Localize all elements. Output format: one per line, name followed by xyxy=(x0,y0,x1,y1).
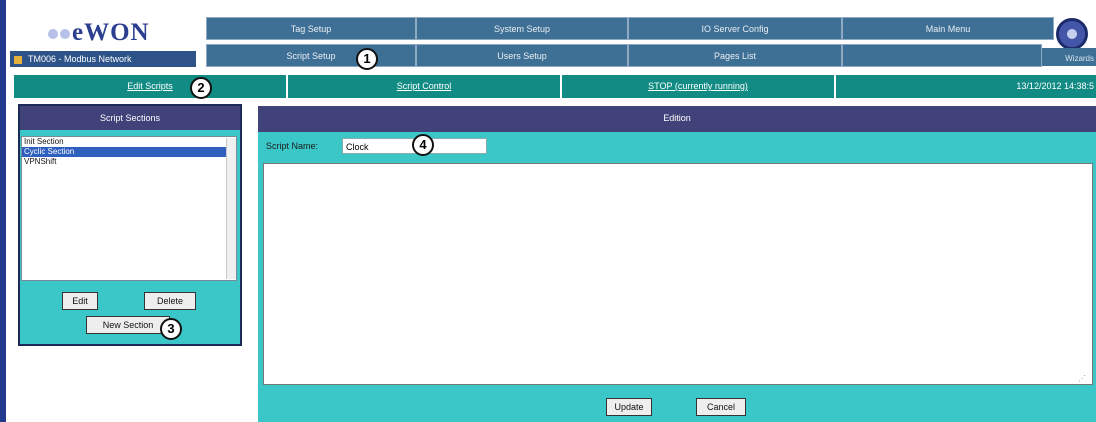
script-control-link[interactable]: Script Control xyxy=(397,81,452,91)
site-name-bar: TM006 - Modbus Network xyxy=(10,51,196,67)
cancel-button[interactable]: Cancel xyxy=(696,398,746,416)
logo-dot-icon xyxy=(60,29,70,40)
annotation-badge-2: 2 xyxy=(190,77,212,99)
subnav-edit-scripts[interactable]: Edit Scripts xyxy=(14,75,286,98)
annotation-badge-3: 3 xyxy=(160,318,182,340)
subnav-stop[interactable]: STOP (currently running) xyxy=(562,75,834,98)
delete-button[interactable]: Delete xyxy=(144,292,196,310)
subnav-datetime: 13/12/2012 14:38:5 xyxy=(836,75,1096,98)
home-icon xyxy=(14,55,22,64)
list-item-vpnshift[interactable]: VPNShift xyxy=(22,157,236,167)
subnav-script-control[interactable]: Script Control xyxy=(288,75,560,98)
gear-icon[interactable] xyxy=(1056,18,1088,50)
nav-empty-slot xyxy=(842,44,1042,67)
sections-scrollbar[interactable] xyxy=(226,138,236,279)
nav-pages-list[interactable]: Pages List xyxy=(628,44,842,67)
nav-system-setup[interactable]: System Setup xyxy=(416,17,628,40)
edition-title: Edition xyxy=(258,106,1096,132)
site-name: TM006 - Modbus Network xyxy=(28,54,132,64)
nav-users-setup[interactable]: Users Setup xyxy=(416,44,628,67)
script-name-label: Script Name: xyxy=(266,141,319,151)
ewon-logo: eWON xyxy=(48,18,168,48)
nav-main-menu[interactable]: Main Menu xyxy=(842,17,1054,40)
edit-scripts-link[interactable]: Edit Scripts xyxy=(127,81,173,91)
update-button[interactable]: Update xyxy=(606,398,652,416)
nav-tag-setup[interactable]: Tag Setup xyxy=(206,17,416,40)
script-sections-title: Script Sections xyxy=(20,106,240,130)
stop-link[interactable]: STOP (currently running) xyxy=(648,81,748,91)
logo-dot-icon xyxy=(48,29,58,40)
annotation-badge-4: 4 xyxy=(412,134,434,156)
list-item-cyclic-section[interactable]: Cyclic Section xyxy=(22,147,236,157)
resize-grip-icon[interactable]: ⋰ xyxy=(1078,374,1088,384)
logo-text: eWON xyxy=(72,19,150,46)
wizards-button[interactable]: Wizards xyxy=(1042,48,1096,66)
list-item-init-section[interactable]: Init Section xyxy=(22,137,236,147)
nav-io-server-config[interactable]: IO Server Config xyxy=(628,17,842,40)
sections-list[interactable]: Init Section Cyclic Section VPNShift xyxy=(21,136,237,281)
annotation-badge-1: 1 xyxy=(356,48,378,70)
nav-script-setup[interactable]: Script Setup xyxy=(206,44,416,67)
script-editor-textarea[interactable] xyxy=(263,163,1093,385)
edit-button[interactable]: Edit xyxy=(62,292,98,310)
new-section-button[interactable]: New Section xyxy=(86,316,170,334)
